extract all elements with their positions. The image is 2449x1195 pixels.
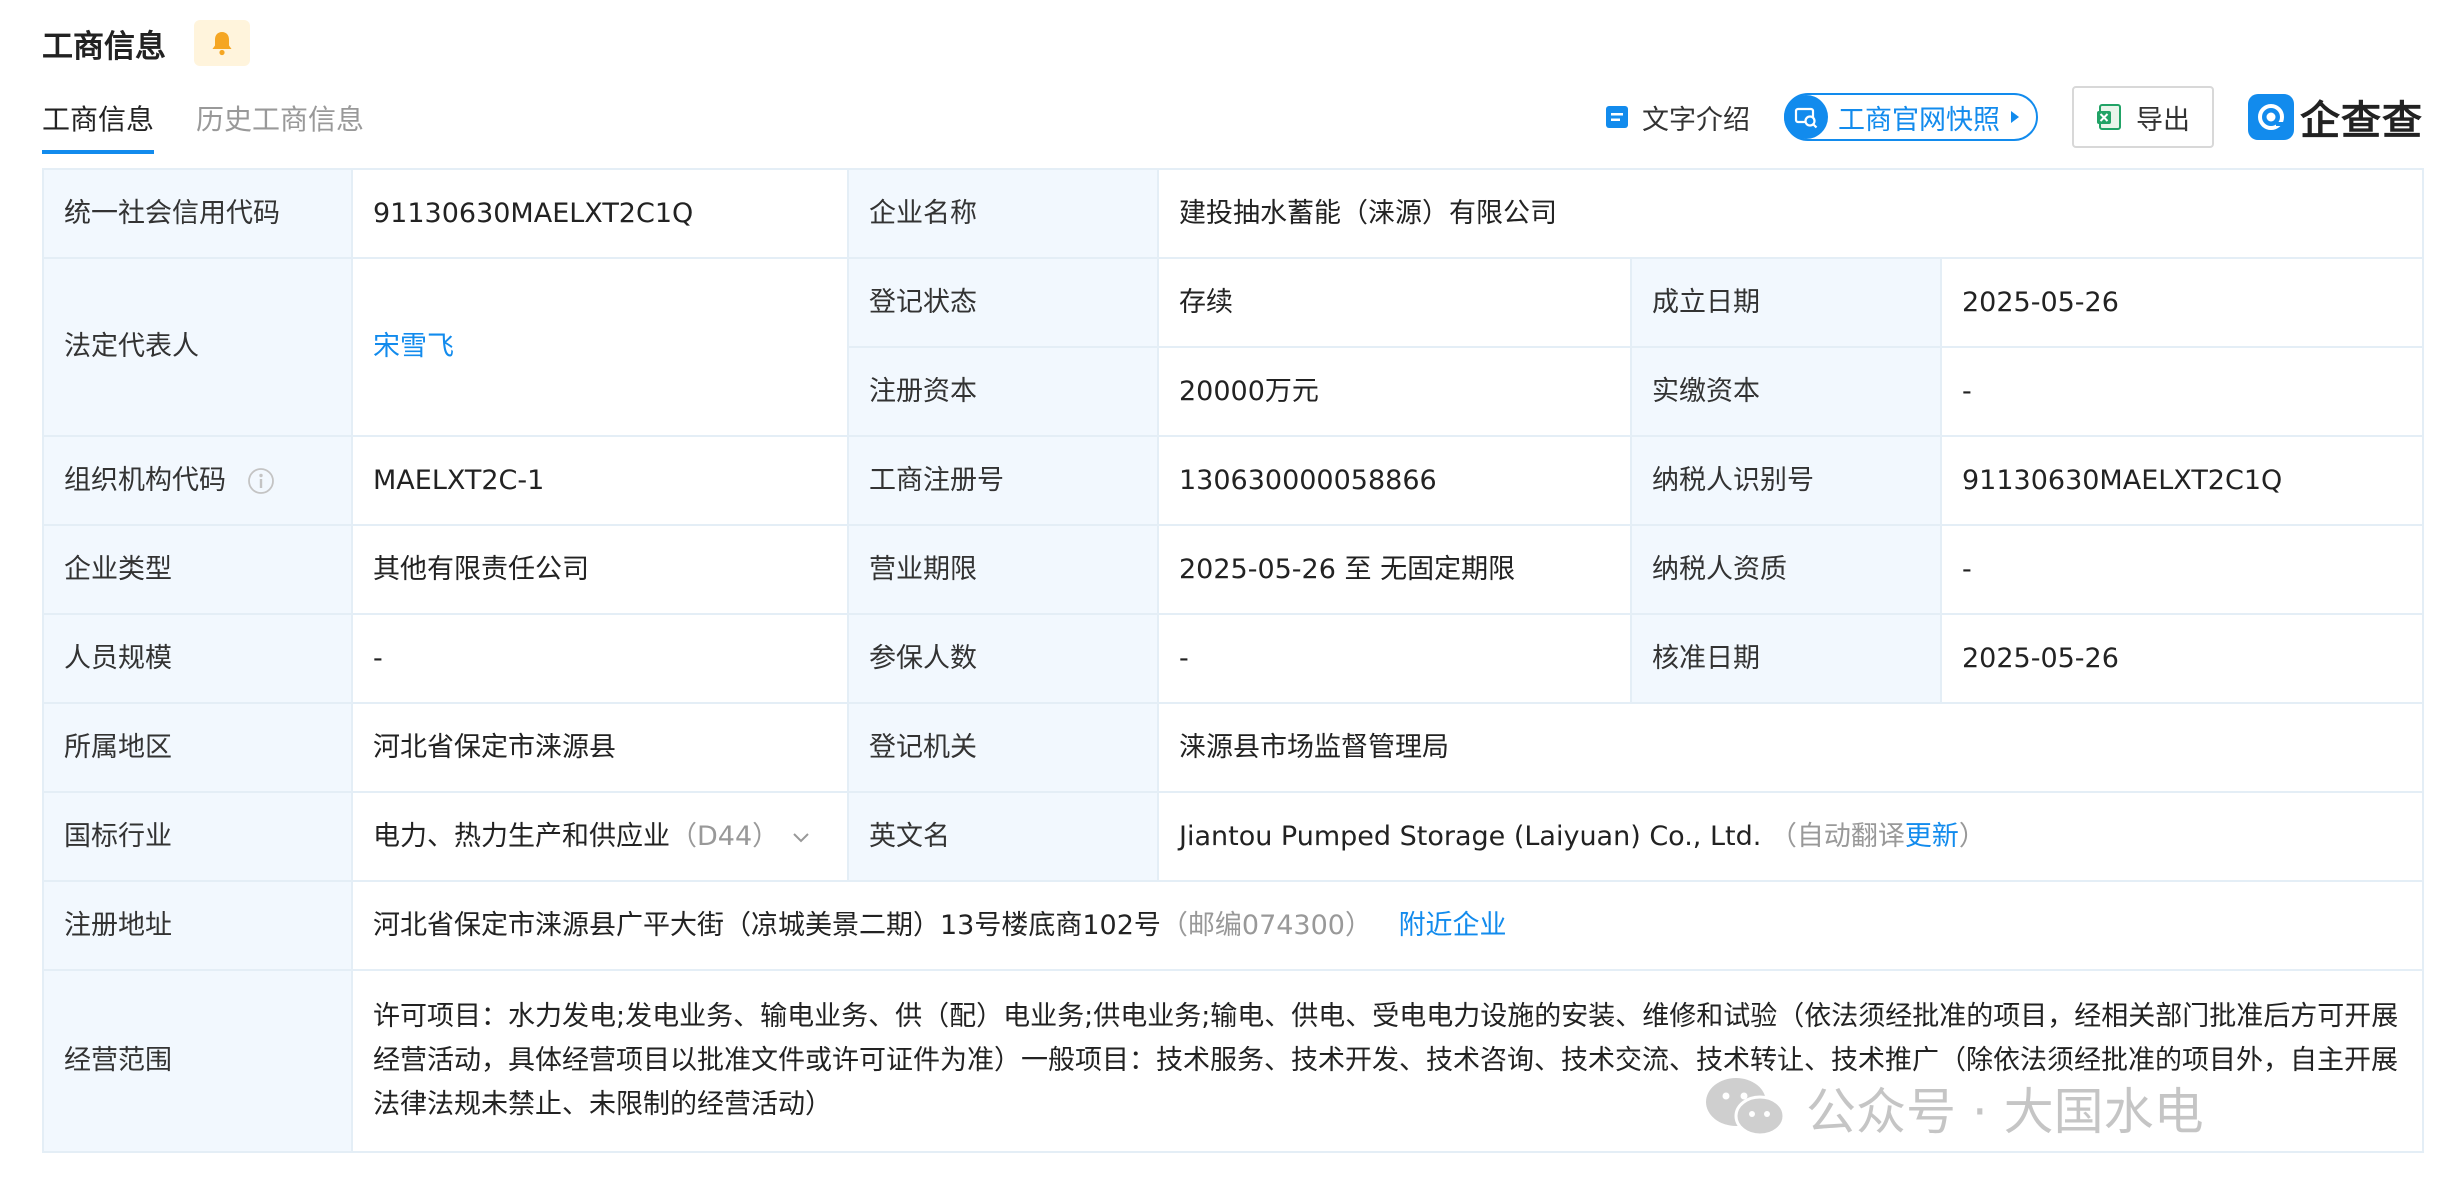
table-row: 法定代表人 宋雪飞 登记状态 存续 成立日期 2025-05-26 bbox=[42, 257, 2424, 437]
table-row: 组织机构代码 MAELXT2C-1 工商注册号 130630000058866 … bbox=[42, 435, 2424, 526]
triangle-right-icon bbox=[2011, 111, 2019, 123]
industry-code: （D44） bbox=[670, 820, 780, 852]
english-name-cell: Jiantou Pumped Storage (Laiyuan) Co., Lt… bbox=[1157, 791, 2424, 882]
text-intro-button[interactable]: 文字介绍 bbox=[1604, 98, 1750, 137]
text-intro-label: 文字介绍 bbox=[1642, 104, 1750, 136]
biz-scope-label: 经营范围 bbox=[42, 969, 353, 1153]
reg-no-value: 130630000058866 bbox=[1157, 435, 1632, 526]
qcc-logo-icon bbox=[2248, 94, 2294, 140]
update-translation-link[interactable]: 更新 bbox=[1905, 821, 1959, 852]
insured-count-label: 参保人数 bbox=[847, 613, 1159, 704]
info-circle-icon[interactable] bbox=[247, 467, 275, 495]
reg-capital-value: 20000万元 bbox=[1157, 346, 1632, 437]
tab-business-info[interactable]: 工商信息 bbox=[42, 98, 155, 154]
company-name-label: 企业名称 bbox=[847, 168, 1159, 259]
table-row: 统一社会信用代码 91130630MAELXT2C1Q 企业名称 建投抽水蓄能（… bbox=[42, 168, 2424, 259]
tax-id-label: 纳税人识别号 bbox=[1630, 435, 1942, 526]
approve-date-label: 核准日期 bbox=[1630, 613, 1942, 704]
paid-capital-value: - bbox=[1940, 346, 2424, 437]
credit-code-value: 91130630MAELXT2C1Q bbox=[351, 168, 849, 259]
tax-id-value: 91130630MAELXT2C1Q bbox=[1940, 435, 2424, 526]
taxpayer-qual-value: - bbox=[1940, 524, 2424, 615]
org-code-label: 组织机构代码 bbox=[64, 464, 226, 496]
company-type-label: 企业类型 bbox=[42, 524, 353, 615]
table-row: 注册地址 河北省保定市涞源县广平大街（凉城美景二期）13号楼底商102号（邮编0… bbox=[42, 880, 2424, 971]
official-snapshot-label: 工商官网快照 bbox=[1838, 104, 2000, 136]
page-header: 工商信息 bbox=[42, 18, 250, 68]
biz-term-value: 2025-05-26 至 无固定期限 bbox=[1157, 524, 1632, 615]
auto-translate-note-end: ） bbox=[1958, 820, 1986, 852]
credit-code-label: 统一社会信用代码 bbox=[42, 168, 353, 259]
reg-authority-value: 涞源县市场监督管理局 bbox=[1157, 702, 2424, 793]
reg-capital-label: 注册资本 bbox=[847, 346, 1159, 437]
english-name-label: 英文名 bbox=[847, 791, 1159, 882]
reg-address-label: 注册地址 bbox=[42, 880, 353, 971]
org-code-value: MAELXT2C-1 bbox=[351, 435, 849, 526]
qcc-logo: 企查查 bbox=[2248, 88, 2423, 146]
approve-date-value: 2025-05-26 bbox=[1940, 613, 2424, 704]
reg-status-value: 存续 bbox=[1157, 257, 1632, 348]
found-date-value: 2025-05-26 bbox=[1940, 257, 2424, 348]
bell-icon[interactable] bbox=[194, 20, 250, 66]
company-type-value: 其他有限责任公司 bbox=[351, 524, 849, 615]
legal-rep-cell: 宋雪飞 bbox=[351, 257, 849, 437]
tab-history-business-info[interactable]: 历史工商信息 bbox=[196, 98, 364, 154]
snapshot-icon bbox=[1784, 95, 1828, 139]
biz-term-label: 营业期限 bbox=[847, 524, 1159, 615]
english-name-value: Jiantou Pumped Storage (Laiyuan) Co., Lt… bbox=[1179, 820, 1762, 852]
found-date-label: 成立日期 bbox=[1630, 257, 1942, 348]
staff-size-label: 人员规模 bbox=[42, 613, 353, 704]
reg-address-value: 河北省保定市涞源县广平大街（凉城美景二期）13号楼底商102号 bbox=[373, 909, 1161, 941]
region-value: 河北省保定市涞源县 bbox=[351, 702, 849, 793]
legal-rep-label: 法定代表人 bbox=[42, 257, 353, 437]
table-row: 国标行业 电力、热力生产和供应业（D44） 英文名 Jiantou Pumped… bbox=[42, 791, 2424, 882]
document-icon bbox=[1606, 106, 1628, 128]
nearby-companies-link[interactable]: 附近企业 bbox=[1399, 910, 1507, 941]
industry-label: 国标行业 bbox=[42, 791, 353, 882]
tab-bar: 工商信息 历史工商信息 bbox=[42, 98, 364, 154]
chevron-down-icon[interactable] bbox=[789, 825, 813, 849]
business-info-table: 统一社会信用代码 91130630MAELXT2C1Q 企业名称 建投抽水蓄能（… bbox=[42, 168, 2424, 1153]
toolbar: 文字介绍 工商官网快照 导出 企查查 bbox=[1604, 86, 2423, 148]
postcode: （邮编074300） bbox=[1160, 909, 1372, 941]
table-row: 企业类型 其他有限责任公司 营业期限 2025-05-26 至 无固定期限 纳税… bbox=[42, 524, 2424, 615]
region-label: 所属地区 bbox=[42, 702, 353, 793]
export-label: 导出 bbox=[2136, 104, 2190, 136]
insured-count-value: - bbox=[1157, 613, 1632, 704]
paid-capital-label: 实缴资本 bbox=[1630, 346, 1942, 437]
official-snapshot-button[interactable]: 工商官网快照 bbox=[1784, 93, 2038, 141]
company-name-value: 建投抽水蓄能（涞源）有限公司 bbox=[1157, 168, 2424, 259]
page-title: 工商信息 bbox=[42, 28, 166, 65]
reg-authority-label: 登记机关 bbox=[847, 702, 1159, 793]
biz-scope-value: 许可项目：水力发电;发电业务、输电业务、供（配）电业务;供电业务;输电、供电、受… bbox=[351, 969, 2424, 1153]
industry-cell: 电力、热力生产和供应业（D44） bbox=[351, 791, 849, 882]
reg-address-cell: 河北省保定市涞源县广平大街（凉城美景二期）13号楼底商102号（邮编074300… bbox=[351, 880, 2424, 971]
table-row: 经营范围 许可项目：水力发电;发电业务、输电业务、供（配）电业务;供电业务;输电… bbox=[42, 969, 2424, 1153]
reg-no-label: 工商注册号 bbox=[847, 435, 1159, 526]
table-row: 人员规模 - 参保人数 - 核准日期 2025-05-26 bbox=[42, 613, 2424, 704]
export-button[interactable]: 导出 bbox=[2072, 86, 2214, 148]
staff-size-value: - bbox=[351, 613, 849, 704]
excel-icon bbox=[2097, 104, 2121, 130]
legal-rep-link[interactable]: 宋雪飞 bbox=[373, 331, 454, 362]
auto-translate-note: （自动翻译 bbox=[1769, 820, 1905, 852]
qcc-logo-text: 企查查 bbox=[2300, 98, 2423, 144]
org-code-label-cell: 组织机构代码 bbox=[42, 435, 353, 526]
industry-value: 电力、热力生产和供应业 bbox=[373, 820, 670, 852]
taxpayer-qual-label: 纳税人资质 bbox=[1630, 524, 1942, 615]
reg-status-label: 登记状态 bbox=[847, 257, 1159, 348]
table-row: 所属地区 河北省保定市涞源县 登记机关 涞源县市场监督管理局 bbox=[42, 702, 2424, 793]
